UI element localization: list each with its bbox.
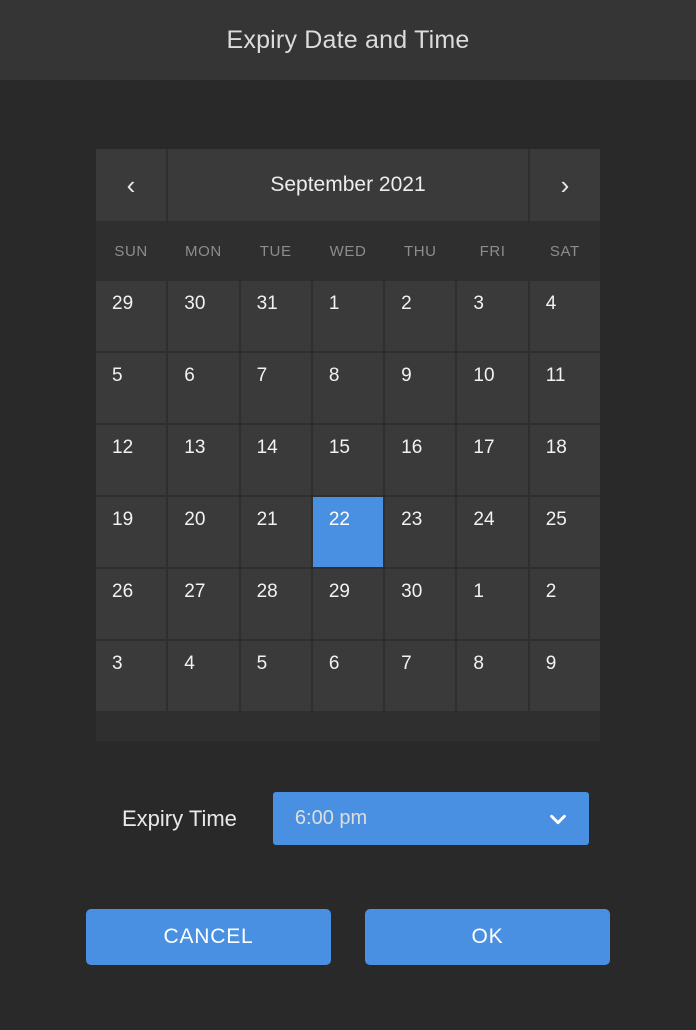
calendar-day[interactable]: 12 bbox=[96, 425, 167, 495]
calendar-day[interactable]: 13 bbox=[168, 425, 239, 495]
calendar-day[interactable]: 6 bbox=[312, 641, 384, 711]
calendar-day[interactable]: 7 bbox=[385, 641, 456, 711]
expiry-time-row: Expiry Time 6:00 pm bbox=[96, 792, 600, 845]
page-title: Expiry Date and Time bbox=[226, 25, 470, 54]
calendar-day[interactable]: 1 bbox=[457, 569, 528, 639]
calendar-day-selected[interactable]: 22 bbox=[312, 497, 384, 567]
calendar-day[interactable]: 30 bbox=[385, 569, 456, 639]
weekday-label: SAT bbox=[549, 242, 580, 260]
calendar-day[interactable]: 5 bbox=[240, 641, 311, 711]
calendar-day[interactable]: 8 bbox=[312, 353, 384, 423]
calendar-day[interactable]: 17 bbox=[457, 425, 528, 495]
dialog-header: Expiry Date and Time bbox=[0, 0, 696, 80]
weekday-label: THU bbox=[403, 242, 437, 260]
calendar-nav: ‹ September 2021 › bbox=[96, 149, 600, 221]
chevron-down-icon bbox=[547, 808, 569, 830]
ok-button[interactable]: OK bbox=[365, 909, 610, 965]
calendar-day[interactable]: 9 bbox=[529, 641, 600, 711]
calendar-widget: ‹ September 2021 › SUN MON TUE WED THU F… bbox=[96, 149, 600, 741]
calendar-day[interactable]: 18 bbox=[529, 425, 600, 495]
calendar-day[interactable]: 29 bbox=[96, 281, 167, 351]
calendar-day[interactable]: 7 bbox=[240, 353, 311, 423]
calendar-day[interactable]: 9 bbox=[385, 353, 456, 423]
dialog-body: ‹ September 2021 › SUN MON TUE WED THU F… bbox=[0, 80, 696, 1030]
calendar-day[interactable]: 3 bbox=[96, 641, 167, 711]
weekday-label: MON bbox=[185, 242, 222, 260]
calendar-day[interactable]: 26 bbox=[96, 569, 167, 639]
calendar-day[interactable]: 28 bbox=[240, 569, 311, 639]
expiry-time-select[interactable]: 6:00 pm bbox=[272, 792, 589, 845]
cancel-button[interactable]: CANCEL bbox=[86, 909, 331, 965]
calendar-day[interactable]: 23 bbox=[385, 497, 456, 567]
calendar-day[interactable]: 31 bbox=[240, 281, 311, 351]
calendar-weekday-header: SUN MON TUE WED THU FRI SAT bbox=[96, 221, 600, 281]
weekday-label: FRI bbox=[479, 242, 506, 260]
expiry-time-value: 6:00 pm bbox=[294, 807, 368, 829]
calendar-day[interactable]: 6 bbox=[168, 353, 239, 423]
calendar-day[interactable]: 4 bbox=[168, 641, 239, 711]
calendar-day[interactable]: 5 bbox=[96, 353, 167, 423]
calendar-month-title[interactable]: September 2021 bbox=[168, 149, 528, 221]
calendar-day[interactable]: 15 bbox=[312, 425, 384, 495]
calendar-day[interactable]: 10 bbox=[457, 353, 528, 423]
calendar-day[interactable]: 3 bbox=[457, 281, 528, 351]
calendar-day[interactable]: 21 bbox=[240, 497, 311, 567]
calendar-day[interactable]: 19 bbox=[96, 497, 167, 567]
calendar-day[interactable]: 16 bbox=[385, 425, 456, 495]
weekday-label: TUE bbox=[259, 242, 292, 260]
weekday-label: WED bbox=[329, 242, 367, 260]
calendar-day[interactable]: 29 bbox=[312, 569, 384, 639]
calendar-day[interactable]: 8 bbox=[457, 641, 528, 711]
prev-month-button[interactable]: ‹ bbox=[96, 149, 166, 221]
dialog-actions: CANCEL OK bbox=[86, 909, 610, 965]
next-month-button[interactable]: › bbox=[530, 149, 600, 221]
calendar-day[interactable]: 4 bbox=[529, 281, 600, 351]
calendar-day[interactable]: 24 bbox=[457, 497, 528, 567]
expiry-time-label: Expiry Time bbox=[122, 805, 237, 831]
calendar-day[interactable]: 25 bbox=[529, 497, 600, 567]
calendar-day[interactable]: 20 bbox=[168, 497, 239, 567]
weekday-label: SUN bbox=[114, 242, 148, 260]
calendar-day[interactable]: 1 bbox=[312, 281, 384, 351]
calendar-day[interactable]: 2 bbox=[529, 569, 600, 639]
calendar-day-grid: 29 30 31 1 2 3 4 5 6 7 8 9 10 11 12 13 14 15 16 17 18 19 20 21 2… bbox=[96, 281, 600, 711]
calendar-day[interactable]: 30 bbox=[168, 281, 239, 351]
calendar-day[interactable]: 27 bbox=[168, 569, 239, 639]
calendar-day[interactable]: 14 bbox=[240, 425, 311, 495]
calendar-day[interactable]: 11 bbox=[529, 353, 600, 423]
calendar-day[interactable]: 2 bbox=[385, 281, 456, 351]
